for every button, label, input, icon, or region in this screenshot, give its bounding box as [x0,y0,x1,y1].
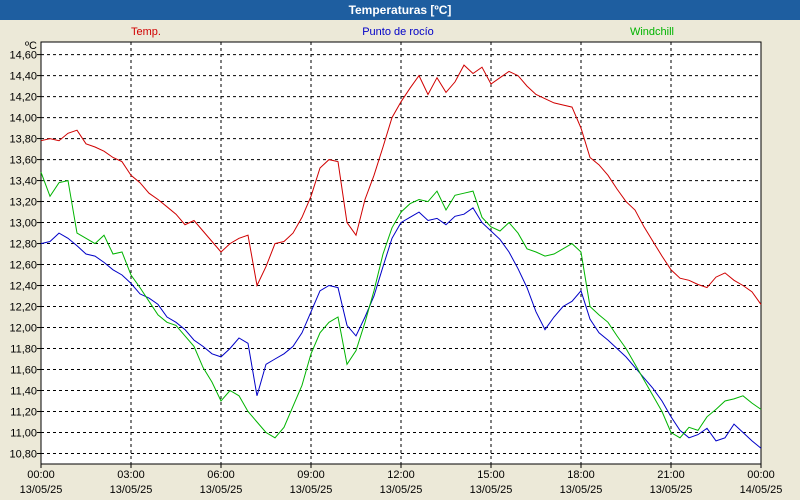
chart-title: Temperaturas [ºC] [0,0,800,20]
x-tick-time-label: 00:00 [747,469,775,481]
x-tick-date-label: 13/05/25 [650,484,693,496]
y-tick-label: 11,40 [10,386,37,398]
y-axis-unit-label: ºC [25,40,37,52]
y-tick-label: 13,80 [9,134,37,146]
x-tick-date-label: 13/05/25 [200,484,243,496]
y-tick-label: 13,20 [9,197,37,209]
x-tick-time-label: 21:00 [657,469,685,481]
x-tick-date-label: 14/05/25 [740,484,783,496]
y-tick-label: 14,40 [9,71,37,83]
x-tick-date-label: 13/05/25 [470,484,513,496]
x-tick-date-label: 13/05/25 [560,484,603,496]
x-tick-time-label: 09:00 [297,469,325,481]
temperature-chart: 10,80 11,00 11,20 11,40 11,60 11,80 12,00 12,20… [0,20,800,500]
x-tick-time-label: 15:00 [477,469,505,481]
legend-entry: Temp. [131,26,161,38]
x-tick-time-label: 06:00 [207,469,235,481]
y-tick-label: 14,00 [9,113,37,125]
x-tick-time-label: 18:00 [567,469,595,481]
y-tick-label: 13,60 [9,155,37,167]
y-tick-label: 10,80 [9,449,37,461]
x-tick-date-label: 13/05/25 [290,484,333,496]
y-tick-label: 12,80 [9,239,37,251]
legend-entry: Windchill [630,26,674,38]
y-tick-label: 12,00 [9,323,37,335]
y-tick-label: 12,40 [9,281,37,293]
x-axis-ticks: 00:00 13/05/25 03:00 13/05/25 06:00 13/05/25 0… [20,464,783,496]
y-tick-label: 11,60 [10,365,37,377]
x-tick-date-label: 13/05/25 [380,484,423,496]
legend-entry: Punto de rocío [362,26,434,38]
y-tick-label: 11,00 [10,428,37,440]
y-tick-label: 13,40 [9,176,37,188]
x-tick-date-label: 13/05/25 [20,484,63,496]
y-tick-label: 12,60 [9,260,37,272]
x-tick-time-label: 00:00 [27,469,55,481]
x-tick-time-label: 12:00 [387,469,415,481]
y-tick-label: 11,80 [10,344,37,356]
y-tick-label: 11,20 [10,407,37,419]
y-tick-label: 12,20 [9,302,37,314]
y-tick-label: 13,00 [9,218,37,230]
x-tick-date-label: 13/05/25 [110,484,153,496]
chart-area: 10,80 11,00 11,20 11,40 11,60 11,80 12,00 12,20… [0,20,800,500]
x-tick-time-label: 03:00 [117,469,145,481]
y-tick-label: 14,20 [9,92,37,104]
